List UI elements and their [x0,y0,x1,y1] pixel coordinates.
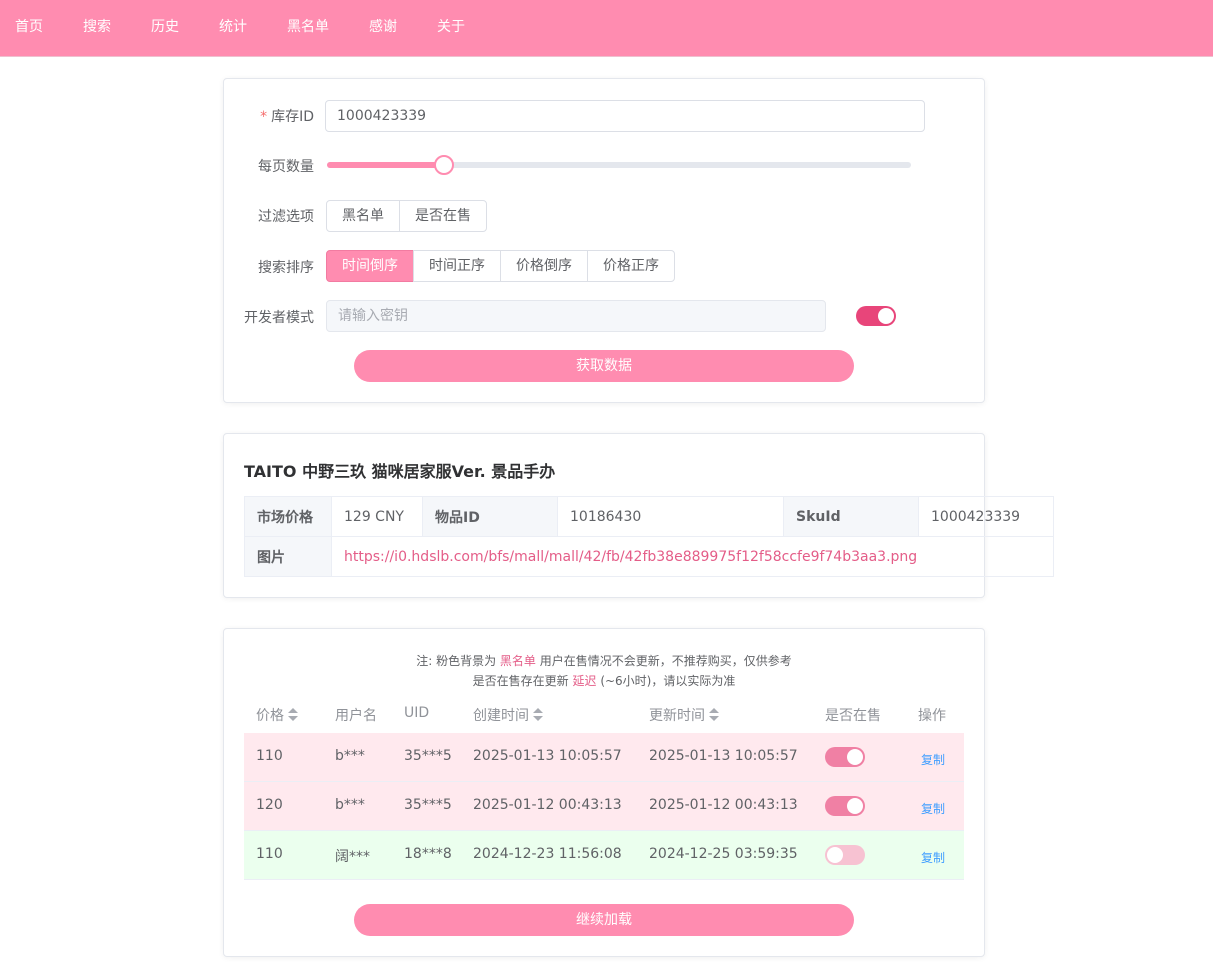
cell-price: 120 [256,797,283,813]
skuid-value: 1000423339 [918,496,1054,537]
cell-created: 2024-12-23 11:56:08 [473,846,622,862]
cell-uid: 18***8 [404,846,452,862]
header-updated-text: 更新时间 [649,708,705,724]
dev-key-input[interactable]: 请输入密钥 [326,300,826,332]
cell-updated: 2024-12-25 03:59:35 [649,846,798,862]
cell-created: 2025-01-12 00:43:13 [473,797,622,813]
search-form-card: * 库存ID 1000423339 每页数量 过滤选项 黑名单 是否在售 搜索排序… [223,78,985,403]
copy-link[interactable]: 复制 [921,800,945,817]
dev-mode-switch[interactable] [856,306,896,326]
per-page-label: 每页数量 [258,159,314,175]
note-text: 注: 粉色背景为 [416,654,497,668]
load-more-button[interactable]: 继续加载 [354,904,854,936]
inventory-id-input[interactable]: 1000423339 [325,100,925,132]
cell-created: 2025-01-13 10:05:57 [473,748,622,764]
image-link-cell: https://i0.hdslb.com/bfs/mall/mall/42/fb… [331,536,1054,577]
filter-blacklist-button[interactable]: 黑名单 [326,200,400,232]
nav-home[interactable]: 首页 [15,0,43,56]
header-price[interactable]: 价格 [256,705,298,725]
note-text: 用户在售情况不会更新，不推荐购买，仅供参考 [539,654,792,668]
item-title: TAITO 中野三玖 猫咪居家服Ver. 景品手办 [244,462,556,481]
sort-time-asc-button[interactable]: 时间正序 [413,250,501,282]
item-info-card: TAITO 中野三玖 猫咪居家服Ver. 景品手办 市场价格 129 CNY 物… [223,433,1054,598]
required-mark: * [260,109,268,125]
on-sale-switch[interactable] [825,796,865,816]
table-row: 110 阔*** 18***8 2024-12-23 11:56:08 2024… [244,831,964,880]
header-username: 用户名 [335,708,377,724]
note-line-2: 是否在售存在更新 延迟 (~6小时)，请以实际为准 [224,672,984,689]
results-card: 注: 粉色背景为 黑名单 用户在售情况不会更新，不推荐购买，仅供参考 是否在售存… [223,628,985,957]
header-price-text: 价格 [256,708,284,724]
image-label: 图片 [244,536,332,577]
desc-row: 图片 https://i0.hdslb.com/bfs/mall/mall/42… [244,536,1054,577]
note-text: 是否在售存在更新 [472,674,569,688]
sort-caret-icon[interactable] [533,708,543,722]
table-row: 110 b*** 35***5 2025-01-13 10:05:57 2025… [244,733,964,782]
sort-caret-icon[interactable] [288,708,298,722]
inventory-id-label-text: 库存ID [271,109,314,125]
results-table-header: 价格 用户名 UID 创建时间 更新时间 是否在售 操作 [244,699,964,729]
note-text: (~6小时)，请以实际为准 [600,674,736,688]
nav-about[interactable]: 关于 [437,0,465,56]
switch-knob [827,847,843,863]
header-created[interactable]: 创建时间 [473,705,543,725]
cell-price: 110 [256,846,283,862]
cell-username: b*** [335,748,365,764]
on-sale-switch[interactable] [825,747,865,767]
copy-link[interactable]: 复制 [921,849,945,866]
sort-button-group: 时间倒序 时间正序 价格倒序 价格正序 [326,250,675,282]
cell-username: b*** [335,797,365,813]
nav-thanks[interactable]: 感谢 [369,0,397,56]
per-page-slider-fill [327,162,444,168]
cell-updated: 2025-01-12 00:43:13 [649,797,798,813]
fetch-data-button[interactable]: 获取数据 [354,350,854,382]
cell-uid: 35***5 [404,797,452,813]
item-id-label: 物品ID [422,496,558,537]
top-nav: 首页 搜索 历史 统计 黑名单 感谢 关于 [0,0,1213,57]
dev-mode-label: 开发者模式 [244,310,314,326]
per-page-slider-thumb[interactable] [434,155,454,175]
market-price-value: 129 CNY [331,496,423,537]
note-blacklist-highlight: 黑名单 [499,654,536,668]
filter-label: 过滤选项 [258,209,314,225]
switch-knob [878,308,894,324]
on-sale-switch[interactable] [825,845,865,865]
item-id-value: 10186430 [557,496,784,537]
nav-blacklist[interactable]: 黑名单 [287,0,329,56]
table-row: 120 b*** 35***5 2025-01-12 00:43:13 2025… [244,782,964,831]
sort-time-desc-button[interactable]: 时间倒序 [326,250,414,282]
header-uid: UID [404,705,430,721]
switch-knob [847,798,863,814]
cell-uid: 35***5 [404,748,452,764]
desc-row: 市场价格 129 CNY 物品ID 10186430 SkuId 1000423… [244,496,1054,537]
skuid-label: SkuId [783,496,919,537]
sort-price-desc-button[interactable]: 价格倒序 [500,250,588,282]
sort-price-asc-button[interactable]: 价格正序 [587,250,675,282]
image-link[interactable]: https://i0.hdslb.com/bfs/mall/mall/42/fb… [344,549,917,565]
per-page-slider[interactable] [327,162,911,168]
sort-label: 搜索排序 [258,260,314,276]
cell-price: 110 [256,748,283,764]
sort-caret-icon[interactable] [709,708,719,722]
cell-username: 阔*** [335,849,370,865]
header-on-sale: 是否在售 [825,708,881,724]
copy-link[interactable]: 复制 [921,751,945,768]
market-price-label: 市场价格 [244,496,332,537]
header-action: 操作 [918,708,946,724]
note-delay-highlight: 延迟 [572,674,597,688]
nav-stats[interactable]: 统计 [219,0,247,56]
header-created-text: 创建时间 [473,708,529,724]
filter-on-sale-button[interactable]: 是否在售 [399,200,487,232]
item-descriptions: 市场价格 129 CNY 物品ID 10186430 SkuId 1000423… [244,496,1054,577]
note-line-1: 注: 粉色背景为 黑名单 用户在售情况不会更新，不推荐购买，仅供参考 [224,652,984,669]
switch-knob [847,749,863,765]
nav-search[interactable]: 搜索 [83,0,111,56]
filter-button-group: 黑名单 是否在售 [326,200,487,232]
inventory-id-label: * 库存ID [260,106,314,126]
header-updated[interactable]: 更新时间 [649,705,719,725]
nav-history[interactable]: 历史 [151,0,179,56]
cell-updated: 2025-01-13 10:05:57 [649,748,798,764]
